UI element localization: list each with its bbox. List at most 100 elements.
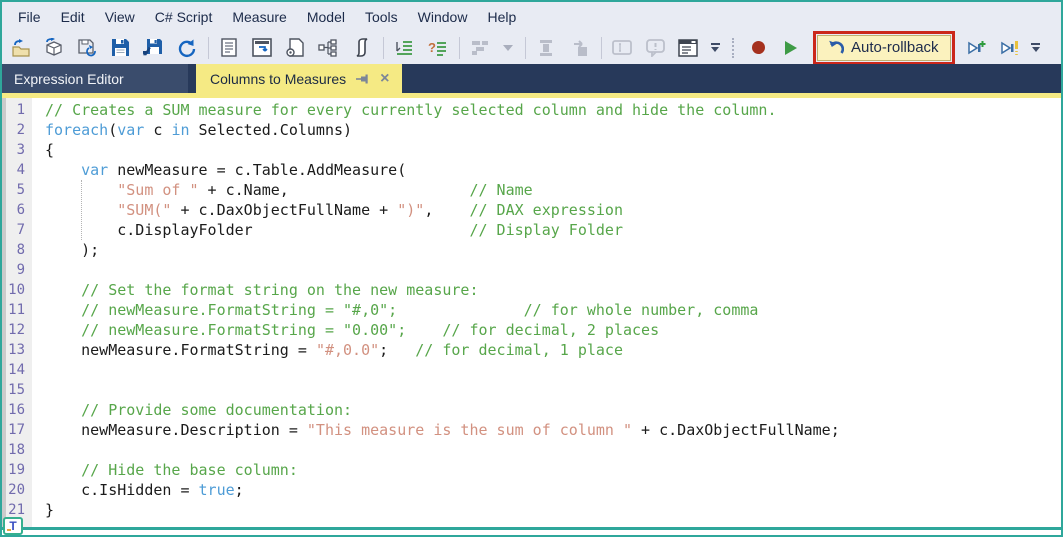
code-line[interactable]: 11 // newMeasure.FormatString = "#,0"; /… [2, 300, 1061, 320]
code-line[interactable]: 12 // newMeasure.FormatString = "0.00"; … [2, 320, 1061, 340]
menu-measure[interactable]: Measure [222, 5, 296, 29]
tab-strip: Expression Editor Columns to Measures × [2, 64, 1061, 93]
menu-window[interactable]: Window [408, 5, 478, 29]
code-line[interactable]: 5 "Sum of " + c.Name, // Name [2, 180, 1061, 200]
pin-icon[interactable] [355, 72, 369, 85]
line-number: 8 [16, 242, 25, 258]
line-number: 12 [8, 322, 25, 338]
open-icon[interactable] [8, 35, 34, 61]
save-icon[interactable] [107, 35, 133, 61]
line-number: 11 [8, 302, 25, 318]
badge-letter: T [9, 519, 17, 533]
format-dax-icon[interactable] [391, 35, 417, 61]
code-line[interactable]: 15 [2, 380, 1061, 400]
code-line[interactable]: 1 // Creates a SUM measure for every curr… [2, 100, 1061, 120]
textbox-icon[interactable] [609, 35, 635, 61]
code-line[interactable]: 19 // Hide the base column: [2, 460, 1061, 480]
doc-tab-label: Columns to Measures [210, 70, 347, 87]
line-text: var newMeasure = c.Table.AddMeasure( [81, 161, 407, 179]
menu-bar: File Edit View C# Script Measure Model T… [2, 2, 1061, 31]
line-text: // Set the format string on the new meas… [81, 281, 479, 299]
record-icon[interactable] [745, 35, 771, 61]
code-line[interactable]: 14 [2, 360, 1061, 380]
code-line[interactable]: 17 newMeasure.Description = "This measur… [2, 420, 1061, 440]
tab-columns-to-measures[interactable]: Columns to Measures × [196, 64, 402, 93]
code-lines: 1 // Creates a SUM measure for every curr… [2, 100, 1061, 520]
refresh-icon[interactable] [173, 35, 199, 61]
menu-file[interactable]: File [8, 5, 51, 29]
preview-changes-icon[interactable] [249, 35, 275, 61]
line-text: c.IsHidden = true; [45, 481, 244, 499]
open-from-database-icon[interactable] [41, 35, 67, 61]
page-record-icon[interactable] [282, 35, 308, 61]
line-text: newMeasure.Description = "This measure i… [45, 421, 840, 439]
close-icon[interactable]: × [378, 70, 391, 87]
menu-model[interactable]: Model [297, 5, 355, 29]
code-line[interactable]: 3{ [2, 140, 1061, 160]
code-line[interactable]: 8 ); [2, 240, 1061, 260]
code-editor[interactable]: 1 // Creates a SUM measure for every curr… [2, 98, 1061, 527]
line-number: 4 [16, 162, 25, 178]
code-line[interactable]: 7 c.DisplayFolder // Display Folder [2, 220, 1061, 240]
line-number: 20 [8, 482, 25, 498]
line-text: foreach(var c in Selected.Columns) [45, 121, 353, 139]
bottom-border [2, 527, 1061, 535]
code-line[interactable]: 6 "SUM(" + c.DaxObjectFullName + ")", //… [2, 200, 1061, 220]
auto-rollback-highlight-box: Auto-rollback [813, 30, 955, 65]
toolbar-separator [208, 36, 209, 59]
code-line[interactable]: 18 [2, 440, 1061, 460]
code-line[interactable]: 13 newMeasure.FormatString = "#,0.0"; //… [2, 340, 1061, 360]
line-text: } [45, 501, 55, 519]
perspectives-dropdown-icon[interactable] [500, 35, 516, 61]
script-icon[interactable] [348, 35, 374, 61]
new-script-icon[interactable] [216, 35, 242, 61]
toolbar-overflow-icon[interactable] [708, 43, 722, 52]
toolbar-overflow-icon[interactable] [1029, 43, 1043, 52]
line-number: 17 [8, 422, 25, 438]
line-number: 6 [16, 202, 25, 218]
svg-text:?: ? [428, 40, 436, 55]
menu-tools[interactable]: Tools [355, 5, 408, 29]
run-new-icon[interactable] [963, 35, 989, 61]
code-line[interactable]: 10 // Set the format string on the new m… [2, 280, 1061, 300]
menu-help[interactable]: Help [477, 5, 526, 29]
line-number: 16 [8, 402, 25, 418]
code-line[interactable]: 2 foreach(var c in Selected.Columns) [2, 120, 1061, 140]
line-number: 15 [8, 382, 25, 398]
play-icon[interactable] [778, 35, 804, 61]
import-block-icon[interactable] [566, 35, 592, 61]
line-text: "SUM(" + c.DaxObjectFullName + ")", // D… [117, 201, 623, 219]
code-line[interactable]: 21} [2, 500, 1061, 520]
menu-edit[interactable]: Edit [51, 5, 95, 29]
auto-rollback-button[interactable]: Auto-rollback [817, 34, 951, 61]
line-number: 18 [8, 442, 25, 458]
menu-view[interactable]: View [95, 5, 145, 29]
line-number: 3 [16, 142, 25, 158]
message-icon[interactable] [642, 35, 668, 61]
line-number: 1 [16, 102, 25, 118]
code-line[interactable]: 16 // Provide some documentation: [2, 400, 1061, 420]
save-as-icon[interactable] [140, 35, 166, 61]
code-line[interactable]: 4 var newMeasure = c.Table.AddMeasure( [2, 160, 1061, 180]
toolbar-grip[interactable] [732, 37, 737, 58]
save-to-database-icon[interactable] [74, 35, 100, 61]
run-current-icon[interactable] [996, 35, 1022, 61]
code-line[interactable]: 9 [2, 260, 1061, 280]
insert-block-icon[interactable] [533, 35, 559, 61]
line-text: // newMeasure.FormatString = "#,0"; // f… [81, 301, 759, 319]
line-text: // Provide some documentation: [81, 401, 353, 419]
line-text: // Hide the base column: [81, 461, 298, 479]
tab-expression-editor[interactable]: Expression Editor [2, 64, 188, 93]
line-text: newMeasure.FormatString = "#,0.0"; // fo… [45, 341, 623, 359]
properties-form-icon[interactable] [675, 35, 701, 61]
line-text: "Sum of " + c.Name, // Name [117, 181, 533, 199]
indent-guide [81, 180, 82, 240]
line-number: 2 [16, 122, 25, 138]
code-line[interactable]: 20 c.IsHidden = true; [2, 480, 1061, 500]
auto-rollback-label: Auto-rollback [851, 38, 939, 56]
line-text: ); [45, 241, 100, 259]
menu-csharp-script[interactable]: C# Script [145, 5, 223, 29]
perspectives-icon[interactable] [467, 35, 493, 61]
hierarchy-icon[interactable] [315, 35, 341, 61]
comment-lines-icon[interactable]: ? [424, 35, 450, 61]
